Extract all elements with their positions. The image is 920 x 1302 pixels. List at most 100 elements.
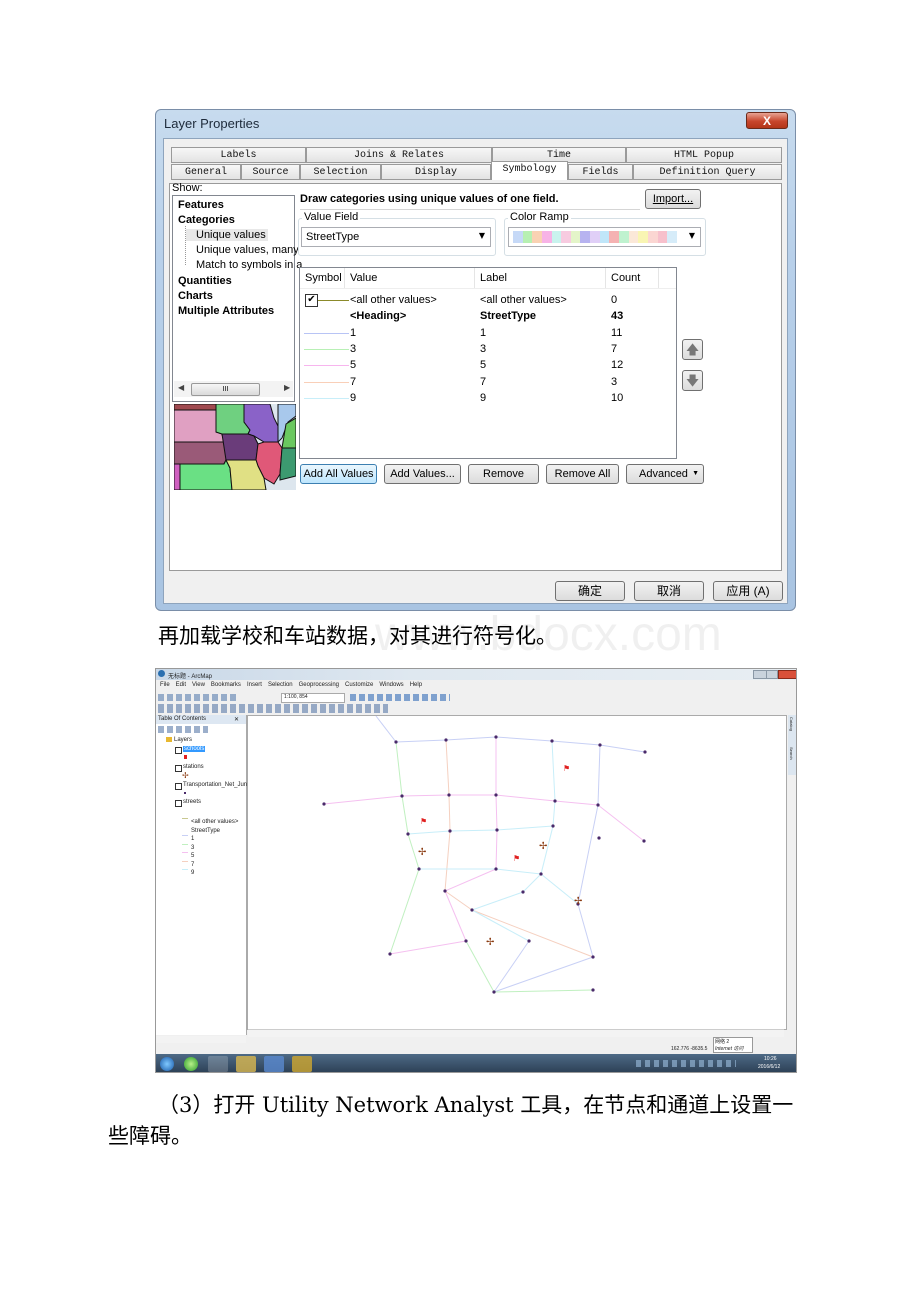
row-checkbox[interactable]: ✔	[305, 294, 318, 307]
toc-scrollbar[interactable]	[156, 1036, 246, 1043]
value-field-dropdown[interactable]: StreetType ▼	[301, 227, 491, 247]
street-segment[interactable]	[471, 891, 524, 911]
junction-point[interactable]	[443, 889, 447, 893]
street-segment[interactable]	[554, 800, 599, 806]
start-button[interactable]	[160, 1057, 174, 1071]
catalog-tab[interactable]: Catalog	[789, 717, 794, 731]
junction-point[interactable]	[448, 829, 452, 833]
apply-button[interactable]: 应用 (A)	[713, 581, 783, 601]
street-segment[interactable]	[471, 909, 530, 942]
menu-item[interactable]: File	[160, 682, 170, 691]
tree-categories[interactable]: Categories	[178, 214, 235, 226]
advanced-button[interactable]: Advanced ▼	[626, 464, 704, 484]
street-segment[interactable]	[495, 868, 542, 875]
street-segment[interactable]	[395, 739, 447, 743]
junction-point[interactable]	[464, 939, 468, 943]
street-segment[interactable]	[401, 794, 450, 797]
table-row[interactable]: 9 9 10	[300, 390, 676, 406]
tab-selection[interactable]: Selection	[300, 164, 381, 180]
street-segment[interactable]	[375, 716, 397, 743]
street-segment[interactable]	[551, 740, 601, 746]
station-marker-icon[interactable]: ✢	[539, 841, 547, 852]
remove-all-button[interactable]: Remove All	[546, 464, 619, 484]
toc-layer-junctions[interactable]: Transportation_Net_Jun	[183, 782, 247, 788]
remove-button[interactable]: Remove	[468, 464, 539, 484]
table-row[interactable]: <Heading> StreetType 43	[300, 308, 676, 324]
tree-multiple-attributes[interactable]: Multiple Attributes	[178, 305, 274, 317]
window-close-button[interactable]	[778, 670, 796, 679]
junction-point[interactable]	[521, 890, 525, 894]
taskbar-arcmap-icon[interactable]	[208, 1056, 228, 1072]
street-segment[interactable]	[495, 794, 498, 831]
street-segment[interactable]	[395, 741, 403, 797]
street-segment[interactable]	[597, 744, 601, 806]
maximize-button[interactable]	[766, 670, 778, 679]
toc-layer-schools[interactable]: schools	[183, 746, 206, 752]
junction-point[interactable]	[470, 908, 474, 912]
symbol-line[interactable]	[304, 381, 349, 383]
street-segment[interactable]	[401, 795, 409, 835]
table-row[interactable]: 7 7 3	[300, 374, 676, 390]
standard-tool-icons-2[interactable]	[350, 694, 450, 701]
school-marker-icon[interactable]: ⚑	[420, 817, 427, 826]
street-segment[interactable]	[493, 989, 594, 993]
street-segment[interactable]	[495, 736, 553, 742]
tree-unique-values[interactable]: Unique values	[186, 229, 268, 241]
junction-point[interactable]	[494, 867, 498, 871]
tab-fields[interactable]: Fields	[568, 164, 633, 180]
street-segment[interactable]	[465, 940, 495, 993]
toc-close-icon[interactable]: ✕	[234, 716, 239, 723]
junction-point[interactable]	[553, 799, 557, 803]
street-segment[interactable]	[449, 829, 498, 832]
junction-point[interactable]	[494, 735, 498, 739]
layer-checkbox[interactable]	[175, 747, 182, 754]
table-row[interactable]: 5 5 12	[300, 357, 676, 373]
search-tab[interactable]: Search	[789, 747, 794, 760]
menu-item[interactable]: Windows	[379, 682, 403, 691]
map-view[interactable]: ⚑ ⚑ ⚑ ✢ ✢ ✢ ✢	[247, 715, 787, 1030]
street-segment[interactable]	[577, 804, 599, 905]
menu-item[interactable]: Insert	[247, 682, 262, 691]
standard-tool-icons[interactable]	[158, 694, 238, 701]
symbol-line[interactable]	[318, 300, 349, 301]
menu-item[interactable]: Geoprocessing	[299, 682, 339, 691]
menu-item[interactable]: Customize	[345, 682, 373, 691]
street-segment[interactable]	[445, 739, 450, 796]
layer-checkbox[interactable]	[175, 800, 182, 807]
move-up-button[interactable]: 🡅	[682, 339, 703, 360]
scroll-thumb[interactable]: III	[191, 383, 260, 396]
junction-point[interactable]	[551, 824, 555, 828]
junction-point[interactable]	[643, 750, 647, 754]
table-row[interactable]: 1 1 11	[300, 325, 676, 341]
street-segment[interactable]	[444, 868, 497, 892]
toc-layer-stations[interactable]: stations	[183, 764, 204, 770]
street-segment[interactable]	[389, 868, 420, 955]
junction-point[interactable]	[550, 739, 554, 743]
station-marker-icon[interactable]: ✢	[486, 937, 494, 948]
ok-button[interactable]: 确定	[555, 581, 625, 601]
layer-checkbox[interactable]	[175, 783, 182, 790]
junction-point[interactable]	[591, 988, 595, 992]
street-segment[interactable]	[493, 940, 530, 993]
street-segment[interactable]	[448, 794, 451, 832]
add-all-values-button[interactable]: Add All Values	[300, 464, 377, 484]
tab-source[interactable]: Source	[241, 164, 300, 180]
taskbar-app-icon[interactable]	[184, 1057, 198, 1071]
import-button[interactable]: Import...	[645, 189, 701, 209]
tab-symbology[interactable]: Symbology	[491, 161, 568, 180]
tree-features[interactable]: Features	[178, 199, 224, 211]
junction-point[interactable]	[596, 803, 600, 807]
taskbar-explorer-icon[interactable]	[236, 1056, 256, 1072]
symbol-line[interactable]	[304, 332, 349, 334]
layer-checkbox[interactable]	[175, 765, 182, 772]
street-segment[interactable]	[389, 940, 467, 955]
junction-point[interactable]	[495, 828, 499, 832]
renderer-tree[interactable]: Features Categories Unique values Unique…	[172, 195, 302, 402]
tools-toolbar[interactable]	[158, 704, 388, 713]
station-marker-icon[interactable]: ✢	[574, 896, 582, 907]
tab-labels[interactable]: Labels	[171, 147, 306, 163]
street-segment[interactable]	[597, 804, 645, 842]
menu-item[interactable]: Edit	[176, 682, 186, 691]
add-values-button[interactable]: Add Values...	[384, 464, 461, 484]
menu-item[interactable]: Selection	[268, 682, 293, 691]
